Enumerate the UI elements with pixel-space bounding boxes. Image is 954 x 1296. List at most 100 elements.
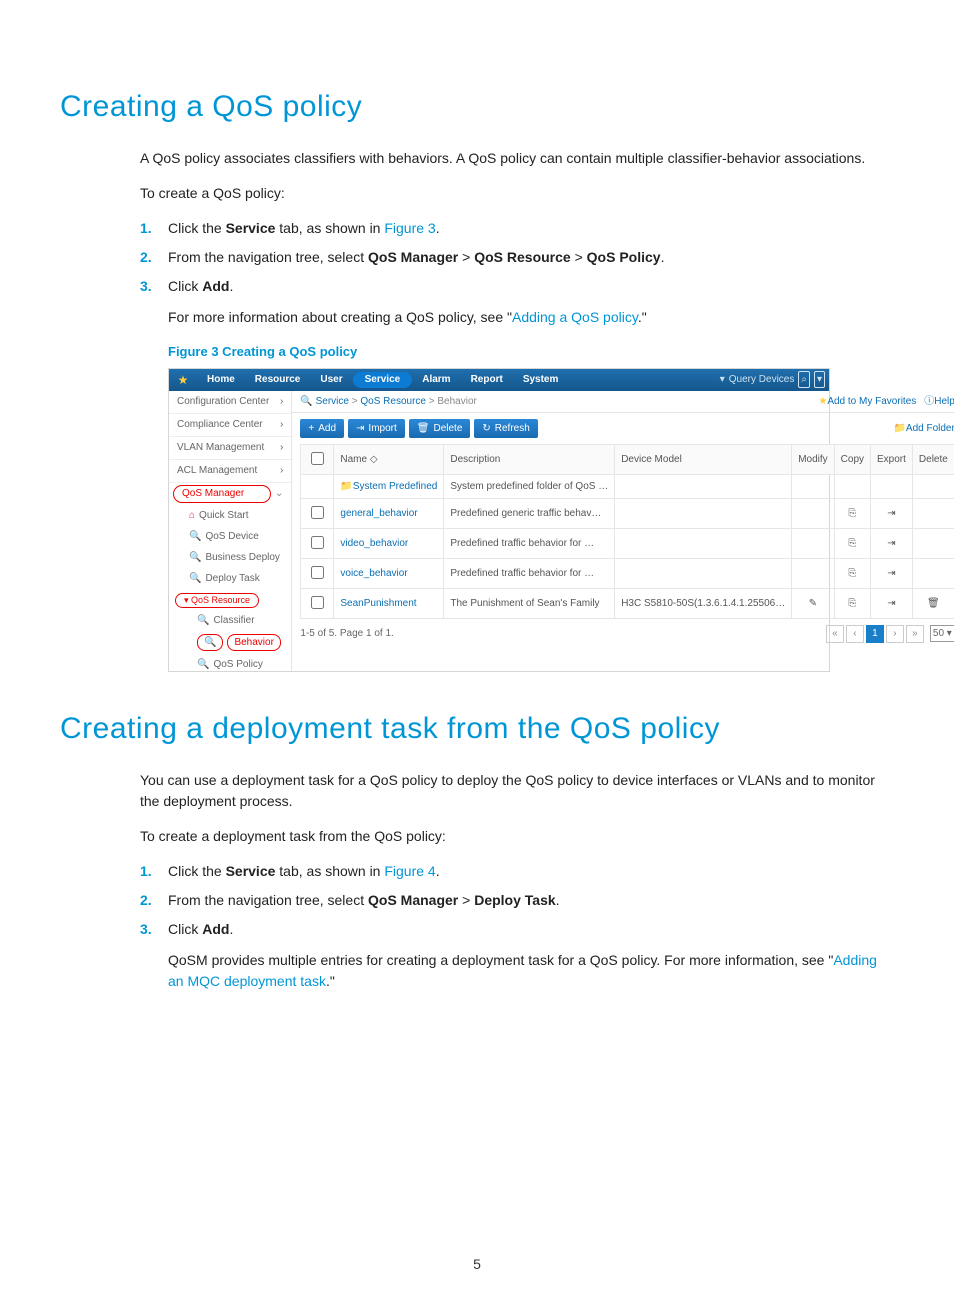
step-number: 1.	[140, 218, 168, 239]
star-icon[interactable]: ★	[169, 369, 197, 391]
row-export-button[interactable]: ⇥	[871, 498, 913, 528]
add-to-favorites-link[interactable]: ★Add to My Favorites	[818, 394, 916, 409]
add-folder-link[interactable]: 📁Add Folder	[893, 421, 954, 436]
heading-creating-qos-policy: Creating a QoS policy	[60, 90, 894, 124]
sidebar-item-behavior[interactable]: 🔍Behavior	[169, 631, 291, 654]
tab-home[interactable]: Home	[197, 369, 245, 391]
tab-report[interactable]: Report	[461, 369, 513, 391]
page-last-button[interactable]: »	[906, 625, 924, 643]
row-name-link[interactable]: 📁System Predefined	[334, 474, 444, 498]
page-next-button[interactable]: ›	[886, 625, 904, 643]
page-1-button[interactable]: 1	[866, 625, 884, 643]
tab-user[interactable]: User	[310, 369, 352, 391]
row-checkbox[interactable]	[311, 596, 324, 609]
row-checkbox[interactable]	[311, 506, 324, 519]
row-device-model	[615, 528, 792, 558]
refresh-icon: ↻	[482, 421, 490, 436]
section1-lead: To create a QoS policy:	[140, 183, 884, 204]
refresh-button[interactable]: ↻Refresh	[474, 419, 537, 438]
sidebar-item-config-center[interactable]: Configuration Center›	[169, 391, 291, 414]
table-row: SeanPunishmentThe Punishment of Sean's F…	[301, 588, 954, 618]
help-link[interactable]: ⓘHelp	[924, 394, 954, 409]
step-number: 3.	[140, 276, 168, 297]
add-button[interactable]: +Add	[300, 419, 344, 438]
row-modify-button	[792, 474, 834, 498]
trash-icon: 🗑	[417, 421, 430, 436]
folder-icon: 📁	[340, 481, 352, 492]
import-button[interactable]: ⇥Import	[348, 419, 405, 438]
row-checkbox[interactable]	[311, 566, 324, 579]
sidebar-item-compliance-center[interactable]: Compliance Center›	[169, 414, 291, 437]
row-delete-button	[912, 498, 954, 528]
sidebar-item-qos-manager[interactable]: QoS Manager	[173, 485, 271, 503]
row-name-link[interactable]: voice_behavior	[334, 558, 444, 588]
column-copy: Copy	[834, 444, 870, 474]
column-checkbox[interactable]	[301, 444, 334, 474]
sidebar-item-acl-management[interactable]: ACL Management›	[169, 460, 291, 483]
breadcrumb-qos-resource[interactable]: QoS Resource	[360, 396, 426, 407]
home-icon: ⌂	[189, 508, 195, 523]
row-copy-button[interactable]: ⎘	[834, 558, 870, 588]
step-number: 2.	[140, 247, 168, 268]
tab-alarm[interactable]: Alarm	[412, 369, 460, 391]
row-delete-button[interactable]: 🗑	[912, 588, 954, 618]
heading-creating-deployment-task: Creating a deployment task from the QoS …	[60, 712, 894, 746]
step-number: 1.	[140, 861, 168, 882]
device-icon[interactable]: ▾	[720, 372, 725, 387]
pagination-summary: 1-5 of 5. Page 1 of 1.	[300, 626, 393, 641]
row-device-model	[615, 498, 792, 528]
search-icon[interactable]: ⌕	[798, 371, 810, 388]
row-export-button[interactable]: ⇥	[871, 588, 913, 618]
pagination: 1-5 of 5. Page 1 of 1. « ‹ 1 › » 50 ▾	[292, 619, 954, 649]
row-export-button[interactable]: ⇥	[871, 558, 913, 588]
row-modify-button[interactable]: ✎	[792, 588, 834, 618]
breadcrumb-service[interactable]: Service	[316, 396, 349, 407]
search-placeholder[interactable]: Query Devices	[729, 372, 795, 387]
breadcrumb-behavior: Behavior	[437, 396, 476, 407]
sidebar-item-classifier[interactable]: 🔍Classifier	[169, 610, 291, 631]
dropdown-icon[interactable]: ▾	[814, 371, 825, 388]
sidebar-item-business-deploy[interactable]: 🔍Business Deploy	[169, 547, 291, 568]
row-copy-button[interactable]: ⎘	[834, 588, 870, 618]
column-name[interactable]: Name ◇	[334, 444, 444, 474]
step-text: Click the Service tab, as shown in Figur…	[168, 218, 440, 239]
sidebar-item-qos-device[interactable]: 🔍QoS Device	[169, 526, 291, 547]
row-delete-button	[912, 528, 954, 558]
select-all-checkbox[interactable]	[311, 452, 324, 465]
delete-button[interactable]: 🗑Delete	[409, 419, 471, 438]
row-checkbox[interactable]	[311, 536, 324, 549]
column-description[interactable]: Description	[444, 444, 615, 474]
row-copy-button[interactable]: ⎘	[834, 498, 870, 528]
page-first-button[interactable]: «	[826, 625, 844, 643]
row-device-model	[615, 558, 792, 588]
row-name-link[interactable]: video_behavior	[334, 528, 444, 558]
navigation-tree: Configuration Center› Compliance Center›…	[169, 391, 292, 671]
row-copy-button[interactable]: ⎘	[834, 528, 870, 558]
page-size-select[interactable]: 50 ▾	[930, 625, 954, 642]
magnifier-icon: 🔍	[197, 657, 209, 672]
page-prev-button[interactable]: ‹	[846, 625, 864, 643]
tab-system[interactable]: System	[513, 369, 569, 391]
sidebar-item-quick-start[interactable]: ⌂Quick Start	[169, 505, 291, 526]
sidebar-item-deploy-task[interactable]: 🔍Deploy Task	[169, 568, 291, 589]
adding-qos-policy-link[interactable]: Adding a QoS policy	[512, 309, 638, 325]
row-description: System predefined folder of QoS …	[444, 474, 615, 498]
magnifier-icon: 🔍	[189, 529, 201, 544]
figure-link[interactable]: Figure 3	[384, 220, 435, 236]
column-device-model[interactable]: Device Model	[615, 444, 792, 474]
row-name-link[interactable]: SeanPunishment	[334, 588, 444, 618]
tab-resource[interactable]: Resource	[245, 369, 311, 391]
sidebar-item-vlan-management[interactable]: VLAN Management›	[169, 437, 291, 460]
column-export: Export	[871, 444, 913, 474]
step-text: From the navigation tree, select QoS Man…	[168, 890, 560, 911]
import-icon: ⇥	[356, 421, 364, 436]
folder-icon: 📁	[893, 423, 905, 434]
row-name-link[interactable]: general_behavior	[334, 498, 444, 528]
row-device-model	[615, 474, 792, 498]
row-export-button[interactable]: ⇥	[871, 528, 913, 558]
tab-service[interactable]: Service	[353, 372, 413, 388]
sidebar-group-qos-resource[interactable]: ▾ QoS Resource	[175, 593, 259, 609]
table-row: general_behaviorPredefined generic traff…	[301, 498, 954, 528]
sidebar-item-qos-policy[interactable]: 🔍QoS Policy	[169, 654, 291, 675]
figure-link[interactable]: Figure 4	[384, 863, 435, 879]
